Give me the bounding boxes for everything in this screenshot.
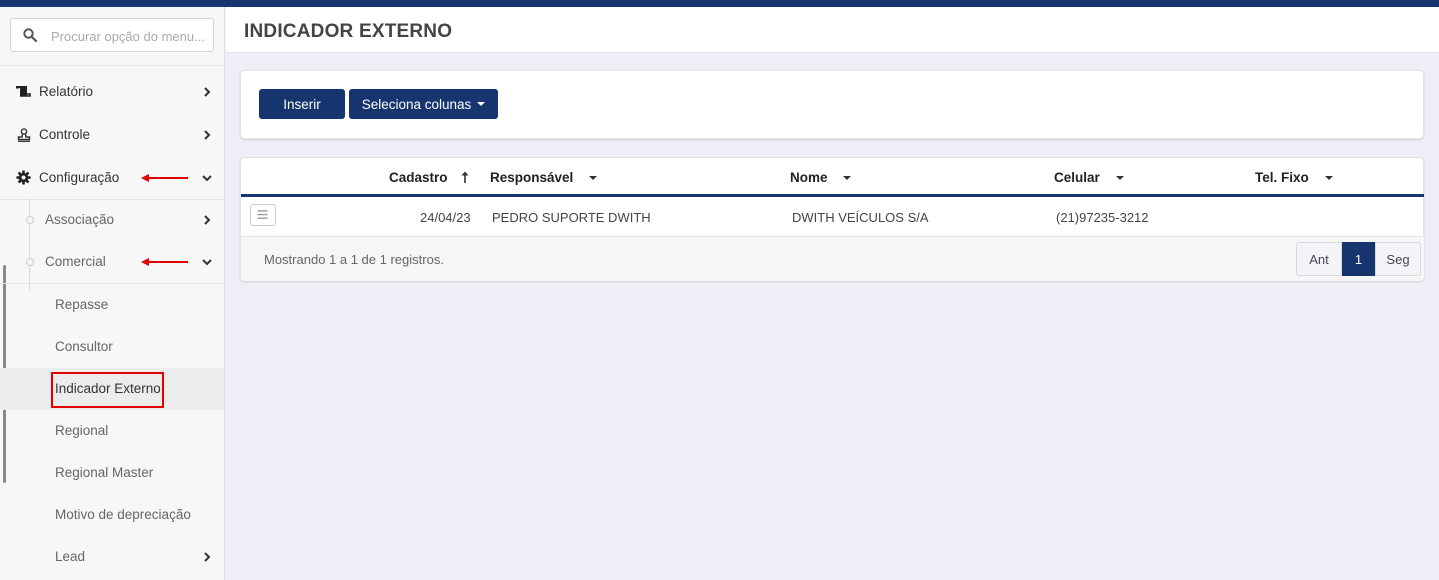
sidebar-item-regional[interactable]: Regional [0, 410, 224, 452]
cell-celular: (21)97235-3212 [1056, 210, 1149, 225]
row-menu-button[interactable] [250, 204, 276, 226]
table-header-rule [241, 194, 1424, 197]
sidebar-item-label: Indicador Externo [55, 381, 161, 396]
sidebar-item-lead[interactable]: Lead [0, 536, 224, 578]
pagination: Ant 1 Seg [1296, 242, 1421, 276]
caret-down-icon [589, 176, 598, 181]
cell-responsavel: PEDRO SUPORTE DWITH [492, 210, 651, 225]
toolbar-card: Inserir Seleciona colunas [240, 70, 1424, 139]
column-header-cadastro[interactable]: Cadastro [389, 170, 469, 185]
stamp-icon [17, 128, 31, 142]
top-accent-bar [0, 0, 1439, 7]
caret-down-icon [1324, 176, 1333, 181]
sidebar-item-label: Comercial [45, 254, 106, 269]
sidebar-item-label: Motivo de depreciação [55, 507, 191, 522]
chevron-right-icon [204, 552, 211, 562]
search-icon [23, 28, 37, 42]
menu-search-input[interactable] [51, 26, 209, 46]
sort-ascending-icon [461, 171, 469, 183]
sidebar-item-controle[interactable]: Controle [0, 114, 224, 156]
page-title: INDICADOR EXTERNO [244, 21, 453, 42]
sidebar-item-associacao[interactable]: Associação [0, 199, 224, 241]
chevron-right-icon [204, 87, 211, 97]
tree-node-icon [26, 216, 34, 224]
sidebar-item-relatorio[interactable]: Relatório [0, 71, 224, 113]
chevron-down-icon [202, 175, 212, 182]
gear-icon [16, 170, 31, 185]
sidebar-item-indicador-externo[interactable]: Indicador Externo [0, 368, 224, 410]
pagination-page-button[interactable]: 1 [1342, 242, 1375, 276]
column-header-label: Responsável [490, 170, 574, 185]
cell-nome: DWITH VEÍCULOS S/A [792, 210, 929, 225]
table-card: Cadastro Responsável Nome Celular Tel. F… [240, 157, 1424, 281]
menu-search [10, 18, 214, 52]
sidebar-item-label: Controle [39, 127, 91, 142]
sidebar-item-label: Regional [55, 423, 109, 438]
column-header-nome[interactable]: Nome [790, 170, 852, 185]
sidebar-item-configuracao[interactable]: Configuração [0, 157, 224, 199]
sidebar-item-comercial[interactable]: Comercial [0, 241, 224, 283]
divider [0, 65, 224, 66]
sidebar-item-regional-master[interactable]: Regional Master [0, 452, 224, 494]
scroll-icon [16, 86, 31, 97]
cell-cadastro: 24/04/23 [420, 210, 471, 225]
chevron-right-icon [204, 130, 211, 140]
sidebar-item-motivo-depreciacao[interactable]: Motivo de depreciação [0, 494, 224, 536]
column-header-label: Cadastro [389, 170, 448, 185]
annotation-arrow-icon [141, 258, 188, 266]
select-columns-label: Seleciona colunas [361, 96, 472, 112]
sidebar-item-label: Consultor [55, 339, 113, 354]
sidebar-item-consultor[interactable]: Consultor [0, 326, 224, 368]
menu-lines-icon [257, 210, 268, 219]
sidebar: Relatório Controle Configuração [0, 7, 225, 580]
sidebar-item-label: Regional Master [55, 465, 154, 480]
sidebar-item-label: Configuração [39, 170, 120, 185]
table-footer: Mostrando 1 a 1 de 1 registros. Ant 1 Se… [241, 236, 1424, 281]
column-header-tel-fixo[interactable]: Tel. Fixo [1255, 170, 1333, 185]
column-header-label: Celular [1054, 170, 1100, 185]
sidebar-item-label: Associação [45, 212, 115, 227]
column-header-responsavel[interactable]: Responsável [490, 170, 598, 185]
column-header-label: Tel. Fixo [1255, 170, 1309, 185]
page-header: INDICADOR EXTERNO [226, 7, 1439, 53]
annotation-arrow-icon [141, 174, 188, 182]
select-columns-button[interactable]: Seleciona colunas [349, 89, 498, 119]
chevron-down-icon [202, 259, 212, 266]
tree-node-icon [26, 258, 34, 266]
sidebar-item-repasse[interactable]: Repasse [0, 284, 224, 326]
sidebar-item-label: Lead [55, 549, 86, 564]
pagination-prev-button[interactable]: Ant [1296, 242, 1342, 276]
pagination-next-button[interactable]: Seg [1375, 242, 1421, 276]
caret-down-icon [843, 176, 852, 181]
sidebar-item-label: Repasse [55, 297, 109, 312]
chevron-right-icon [204, 215, 211, 225]
insert-button[interactable]: Inserir [259, 89, 345, 119]
sidebar-item-label: Relatório [39, 84, 94, 99]
column-header-celular[interactable]: Celular [1054, 170, 1124, 185]
caret-down-icon [1115, 176, 1124, 181]
records-info: Mostrando 1 a 1 de 1 registros. [264, 252, 444, 267]
caret-down-icon [477, 102, 486, 106]
column-header-label: Nome [790, 170, 828, 185]
